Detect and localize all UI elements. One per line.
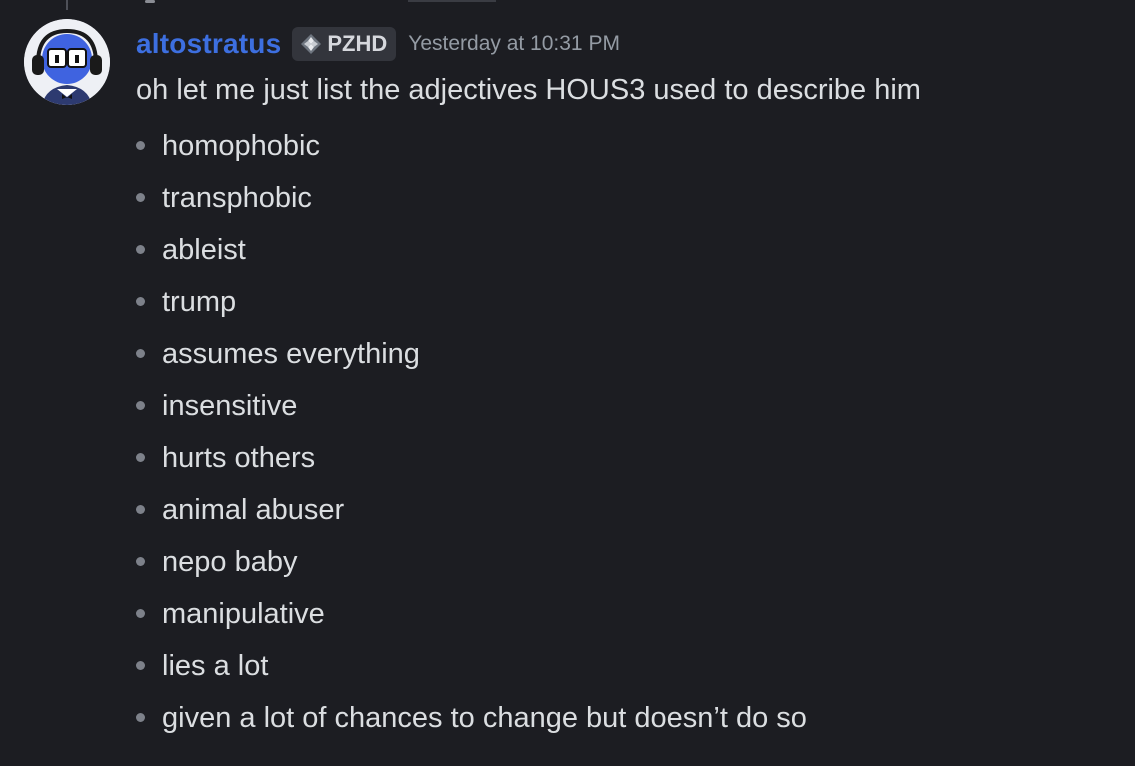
bullet-point-icon bbox=[136, 609, 145, 618]
bullet-point-icon bbox=[136, 453, 145, 462]
list-item: hurts others bbox=[136, 436, 807, 488]
list-item-text: insensitive bbox=[162, 390, 298, 422]
list-item-text: assumes everything bbox=[162, 338, 420, 370]
list-item-text: animal abuser bbox=[162, 494, 345, 526]
bullet-point-icon bbox=[136, 297, 145, 306]
reply-preview-fragment bbox=[408, 0, 496, 2]
bullet-point-icon bbox=[136, 557, 145, 566]
list-item-text: ableist bbox=[162, 234, 246, 266]
server-tag-badge[interactable]: PZHD bbox=[292, 27, 397, 61]
list-item: homophobic bbox=[136, 124, 807, 176]
list-item: assumes everything bbox=[136, 332, 807, 384]
list-item: transphobic bbox=[136, 176, 807, 228]
username[interactable]: altostratus bbox=[136, 28, 281, 60]
list-item-text: manipulative bbox=[162, 598, 325, 630]
bullet-point-icon bbox=[136, 713, 145, 722]
bullet-point-icon bbox=[136, 193, 145, 202]
list-item-text: nepo baby bbox=[162, 546, 298, 578]
bullet-point-icon bbox=[136, 245, 145, 254]
message-timestamp[interactable]: Yesterday at 10:31 PM bbox=[408, 32, 620, 56]
avatar[interactable] bbox=[24, 19, 110, 105]
message-body: oh let me just list the adjectives HOUS3… bbox=[136, 74, 921, 106]
avatar-image bbox=[24, 19, 110, 105]
list-item-text: hurts others bbox=[162, 442, 316, 474]
list-item-text: lies a lot bbox=[162, 650, 269, 682]
list-item-text: transphobic bbox=[162, 182, 312, 214]
list-item: ableist bbox=[136, 228, 807, 280]
list-item-text: trump bbox=[162, 286, 237, 318]
list-item-text: given a lot of chances to change but doe… bbox=[162, 702, 807, 734]
message-header: altostratus PZHD Yesterday at 10:31 PM bbox=[136, 26, 620, 62]
chat-area: altostratus PZHD Yesterday at 10:31 PM o… bbox=[0, 0, 1135, 766]
list-item: trump bbox=[136, 280, 807, 332]
message-bullet-list: homophobic transphobic ableist trump assumes… bbox=[136, 124, 807, 748]
list-item: insensitive bbox=[136, 384, 807, 436]
list-item: given a lot of chances to change but doe… bbox=[136, 696, 807, 748]
reply-preview-fragment bbox=[145, 0, 155, 3]
bullet-point-icon bbox=[136, 401, 145, 410]
bullet-point-icon bbox=[136, 141, 145, 150]
bullet-point-icon bbox=[136, 505, 145, 514]
list-item: animal abuser bbox=[136, 488, 807, 540]
diamond-badge-icon bbox=[301, 34, 322, 54]
bullet-point-icon bbox=[136, 349, 145, 358]
list-item: manipulative bbox=[136, 592, 807, 644]
server-tag-label: PZHD bbox=[327, 31, 388, 56]
bullet-point-icon bbox=[136, 661, 145, 670]
list-item-text: homophobic bbox=[162, 130, 320, 162]
list-item: lies a lot bbox=[136, 644, 807, 696]
reply-spine bbox=[66, 0, 68, 10]
list-item: nepo baby bbox=[136, 540, 807, 592]
